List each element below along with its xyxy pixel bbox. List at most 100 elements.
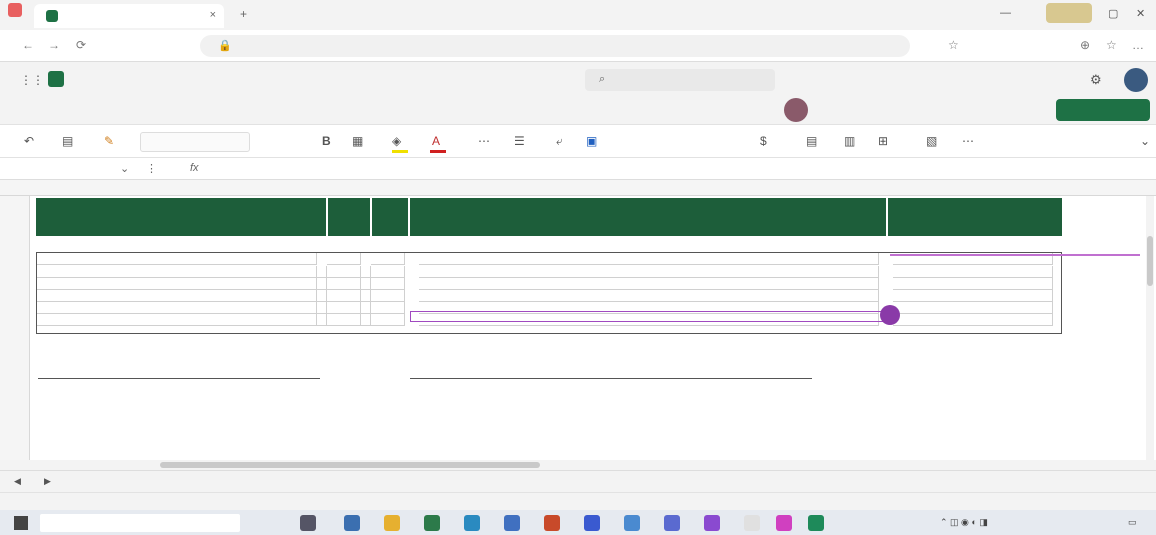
table-cell[interactable] [37,266,317,278]
header-cell-type[interactable] [328,198,370,236]
wrap-text-icon[interactable]: ⤶ [556,134,563,149]
taskbar-app-icon[interactable] [704,515,720,531]
excel-taskbar-icon[interactable] [424,515,440,531]
table-cell[interactable] [317,314,327,326]
refresh-button[interactable]: ⟳ [76,38,86,52]
format-as-table-icon[interactable]: ▥ [844,134,855,148]
favorite-star-icon[interactable]: ☆ [948,38,959,52]
table-cell[interactable] [419,290,879,302]
table-cell[interactable] [893,302,1053,314]
table-cell[interactable] [361,266,371,278]
more-commands-icon[interactable]: ⋯ [962,134,974,148]
table-cell[interactable] [317,302,327,314]
table-cell[interactable] [893,266,1053,278]
taskbar-search-box[interactable] [40,514,240,532]
back-button[interactable]: ← [22,38,34,52]
word-taskbar-icon[interactable] [504,515,520,531]
insert-cells-icon[interactable]: ⊞ [878,134,888,148]
table-cell[interactable] [37,302,317,314]
table-header-cell[interactable] [37,253,317,265]
bold-button[interactable]: B [322,134,331,148]
outlook-taskbar-icon[interactable] [584,515,600,531]
borders-icon[interactable]: ▦ [352,134,363,148]
file-explorer-icon[interactable] [384,515,400,531]
url-field[interactable]: 🔒 [200,35,910,57]
namebox-dropdown-icon[interactable]: ⌄ [120,162,129,175]
formula-options-icon[interactable]: ⋮ [146,162,157,175]
close-window-button[interactable]: ✕ [1136,7,1145,20]
table-cell[interactable] [327,290,361,302]
collaborator-avatar[interactable] [784,98,808,122]
new-tab-button[interactable]: + [240,7,247,21]
table-cell[interactable] [327,314,361,326]
table-cell[interactable] [37,314,317,326]
align-icon[interactable]: ☰ [514,134,525,148]
header-cell-value[interactable] [888,198,1062,236]
windows-start-icon[interactable] [14,516,28,530]
spreadsheet-grid[interactable] [0,180,1156,460]
vertical-scrollbar[interactable] [1146,196,1154,460]
table-cell[interactable] [893,290,1053,302]
sheet-nav-prev-icon[interactable]: ◀ [14,476,21,487]
table-cell[interactable] [317,278,327,290]
horizontal-scroll-thumb[interactable] [160,462,540,468]
table-cell[interactable] [327,302,361,314]
table-cell[interactable] [419,278,879,290]
browser-profile-button[interactable] [1046,3,1092,23]
powerpoint-taskbar-icon[interactable] [544,515,560,531]
table-cell[interactable] [327,278,361,290]
taskbar-app-icon[interactable] [808,515,824,531]
font-name-select[interactable] [140,132,250,152]
table-cell[interactable] [893,278,1053,290]
fill-color-icon[interactable]: ◈ [392,134,401,148]
header-cell-code[interactable] [372,198,408,236]
header-cell-budget-number[interactable] [36,198,326,236]
maximize-button[interactable]: ▢ [1108,7,1118,20]
browser-logo-icon[interactable] [8,3,22,17]
vertical-scroll-thumb[interactable] [1147,236,1153,286]
favorites-icon[interactable]: ☆ [1106,38,1117,52]
table-cell[interactable] [361,302,371,314]
table-cell[interactable] [37,290,317,302]
clipboard-icon[interactable]: ▤ [62,134,73,148]
name-box[interactable] [4,161,104,177]
table-header-cell[interactable] [371,253,405,265]
excel-logo-icon[interactable] [48,71,64,87]
table-cell[interactable] [419,266,879,278]
format-painter-icon[interactable]: ✎ [104,134,114,148]
table-cell[interactable] [317,290,327,302]
currency-format-icon[interactable]: $ [760,134,767,148]
table-cell[interactable] [371,266,405,278]
taskbar-app-icon[interactable] [664,515,680,531]
table-cell[interactable] [371,302,405,314]
taskbar-app-icon[interactable] [744,515,760,531]
table-cell[interactable] [317,266,327,278]
gear-icon[interactable]: ⚙ [1090,72,1102,88]
fx-icon[interactable]: fx [190,162,199,174]
taskbar-app-icon[interactable] [776,515,792,531]
search-box[interactable]: ⌕ [585,69,775,91]
table-cell[interactable] [893,314,1053,326]
table-header-cell[interactable] [327,253,361,265]
minimize-button[interactable]: — [1000,7,1011,19]
share-button[interactable] [1056,99,1150,121]
sort-filter-icon[interactable]: ▧ [926,134,937,148]
font-color-icon[interactable]: A [432,134,440,148]
subtitle-cell[interactable] [36,238,1062,250]
table-cell[interactable] [361,290,371,302]
more-font-options-icon[interactable]: ⋯ [478,134,490,148]
table-cell[interactable] [327,266,361,278]
table-cell[interactable] [371,278,405,290]
conditional-format-icon[interactable]: ▤ [806,134,817,148]
ribbon-collapse-icon[interactable]: ⌄ [1140,134,1150,148]
table-cell[interactable] [371,290,405,302]
horizontal-scrollbar[interactable] [30,460,1130,470]
app-launcher-icon[interactable]: ⋮⋮ [20,73,44,87]
sheet-nav-next-icon[interactable]: ▶ [44,476,51,487]
more-menu-icon[interactable]: … [1132,38,1144,52]
browser-tab-close-icon[interactable]: × [210,9,216,21]
edge-taskbar-icon[interactable] [464,515,480,531]
table-cell[interactable] [361,278,371,290]
notifications-icon[interactable]: ▭ [1128,517,1137,528]
header-cell-concept[interactable] [410,198,886,236]
